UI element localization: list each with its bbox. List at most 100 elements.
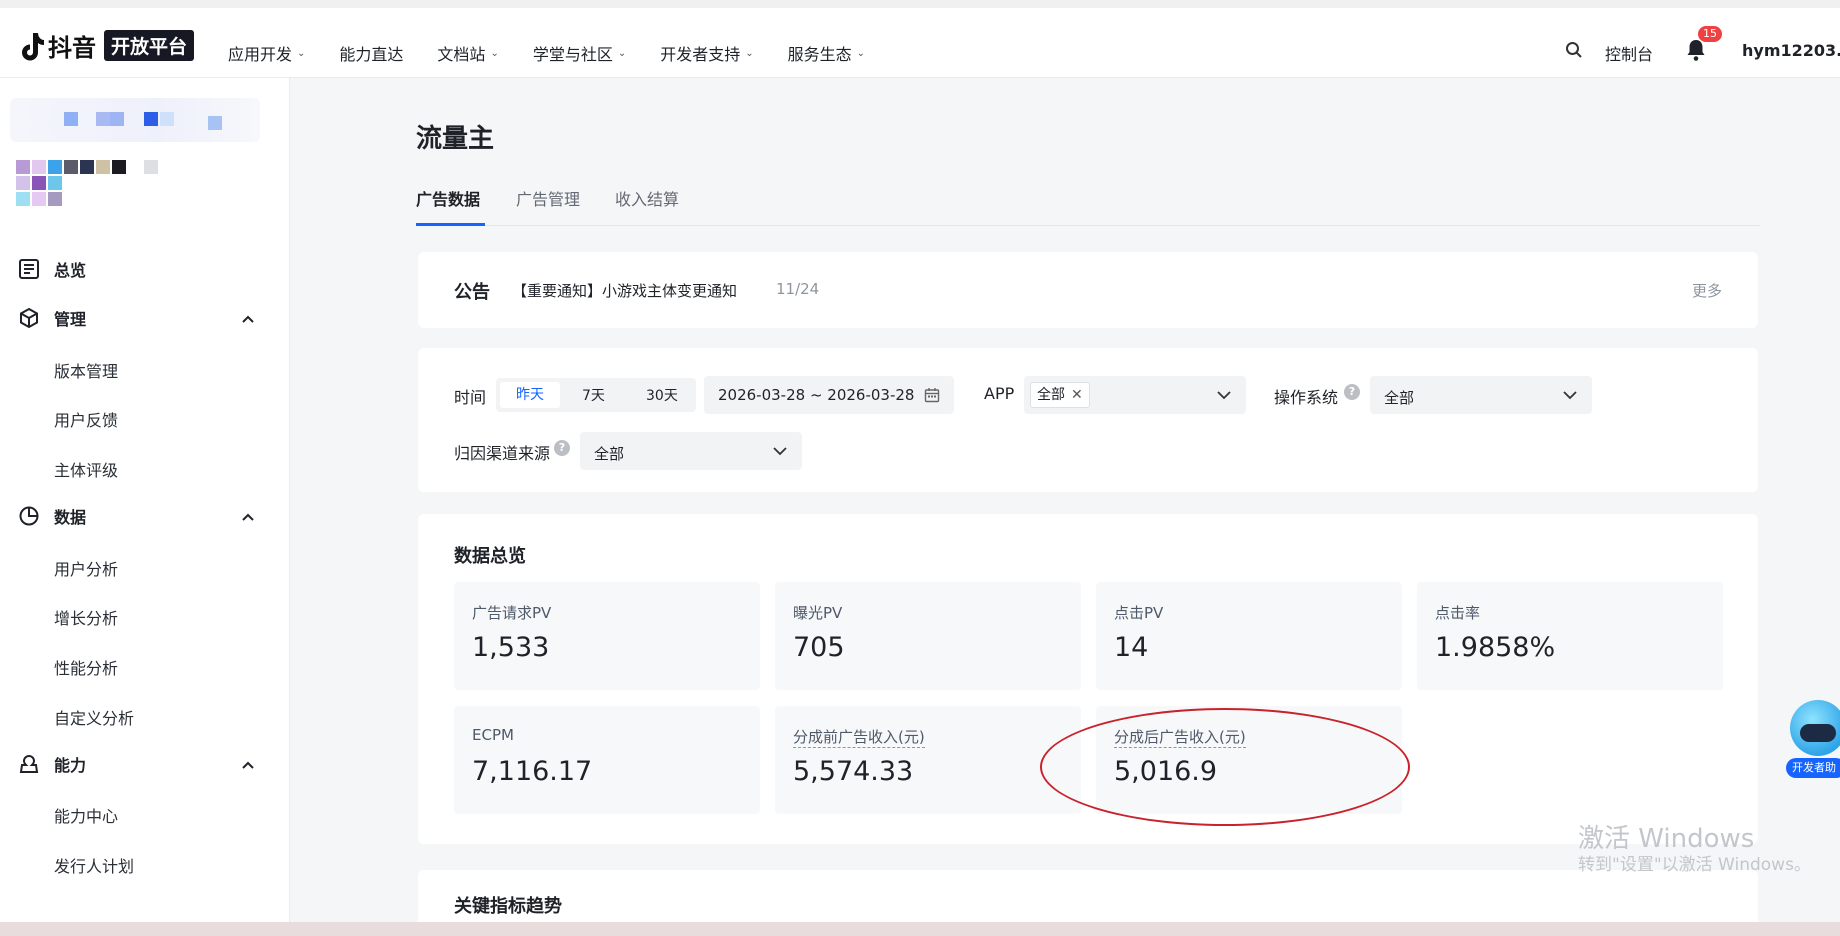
time-option-yesterday[interactable]: 昨天 xyxy=(500,382,560,408)
tiktok-note-icon xyxy=(18,31,44,61)
notice-date: 11/24 xyxy=(776,280,820,298)
sidebar-item-overview[interactable]: 总览 xyxy=(18,257,86,281)
sidebar-item-ability-center[interactable]: 能力中心 xyxy=(54,803,118,827)
help-icon[interactable]: ? xyxy=(1344,384,1360,400)
assistant-label: 开发者助 xyxy=(1786,758,1840,778)
nav-academy[interactable]: 学堂与社区 ⌄ xyxy=(533,41,626,65)
channel-select[interactable]: 全部 xyxy=(580,432,802,470)
date-range-picker[interactable]: 2026-03-28 ~ 2026-03-28 xyxy=(704,376,954,414)
time-label: 时间 xyxy=(454,388,487,407)
sidebar-group-manage[interactable]: 管理 xyxy=(18,306,86,330)
metric-label[interactable]: 分成前广告收入(元) xyxy=(793,726,925,748)
developer-assistant-button[interactable]: 开发者助 xyxy=(1786,700,1840,780)
sidebar-item-rating[interactable]: 主体评级 xyxy=(54,457,118,481)
bottom-strip xyxy=(0,922,1840,936)
blurred-pixel xyxy=(144,112,158,126)
nav-app-dev[interactable]: 应用开发 ⌄ xyxy=(228,41,305,65)
robot-face xyxy=(1800,724,1836,742)
app-tag-all: 全部 ✕ xyxy=(1030,382,1090,408)
sidebar-item-growth-analysis[interactable]: 增长分析 xyxy=(54,605,118,629)
metric-card: 曝光PV 705 xyxy=(775,582,1081,690)
metric-label: 点击PV xyxy=(1114,604,1164,622)
blurred-pixel xyxy=(16,176,30,190)
chevron-up-icon[interactable] xyxy=(240,757,256,773)
search-icon[interactable] xyxy=(1564,40,1584,60)
time-range-segmented: 昨天 7天 30天 xyxy=(496,378,696,412)
brand-name: 抖音 xyxy=(48,34,96,62)
blurred-pixel xyxy=(96,160,110,174)
sidebar-group-data[interactable]: 数据 xyxy=(18,504,86,528)
chevron-up-icon[interactable] xyxy=(240,311,256,327)
blurred-pixel xyxy=(48,160,62,174)
blurred-pixel xyxy=(110,112,124,126)
metric-card: ECPM 7,116.17 xyxy=(454,706,760,814)
nav-label: 能力直达 xyxy=(339,45,404,64)
username[interactable]: hym12203... xyxy=(1742,41,1840,60)
chevron-down-icon: ⌄ xyxy=(490,47,499,59)
nav-docs[interactable]: 文档站 ⌄ xyxy=(437,41,498,65)
chevron-down-icon: ⌄ xyxy=(745,47,754,59)
tab-ad-manage[interactable]: 广告管理 xyxy=(516,186,580,210)
main-nav: 应用开发 ⌄ 能力直达 文档站 ⌄ 学堂与社区 ⌄ 开发者支持 ⌄ 服务生态 ⌄ xyxy=(228,41,899,65)
chevron-down-icon: ⌄ xyxy=(856,47,866,59)
sidebar-item-custom-analysis[interactable]: 自定义分析 xyxy=(54,705,134,729)
blurred-pixel xyxy=(32,160,46,174)
douyin-logo[interactable]: 抖音 开放平台 xyxy=(18,28,195,63)
sidebar-item-user-analysis[interactable]: 用户分析 xyxy=(54,556,118,580)
blurred-app-info xyxy=(10,98,260,142)
notice-more-link[interactable]: 更多 xyxy=(1692,280,1722,301)
nav-dev-support[interactable]: 开发者支持 ⌄ xyxy=(660,41,753,65)
filter-card: 时间 昨天 7天 30天 2026-03-28 ~ 2026-03-28 APP… xyxy=(418,348,1758,492)
platform-name: 开放平台 xyxy=(104,30,195,61)
close-icon[interactable]: ✕ xyxy=(1071,383,1083,407)
tab-income-settlement[interactable]: 收入结算 xyxy=(615,186,679,210)
sidebar-item-version[interactable]: 版本管理 xyxy=(54,358,118,382)
metric-value: 705 xyxy=(793,632,845,663)
time-option-7d[interactable]: 7天 xyxy=(582,385,605,405)
chevron-down-icon xyxy=(1217,391,1231,400)
sidebar-group-label: 管理 xyxy=(54,310,87,329)
channel-label: 归因渠道来源 xyxy=(454,444,551,463)
chevron-down-icon: ⌄ xyxy=(297,47,306,59)
app-tag-label: 全部 xyxy=(1037,387,1065,403)
channel-select-value: 全部 xyxy=(594,445,625,463)
windows-activation-hint: 转到"设置"以激活 Windows。 xyxy=(1578,855,1811,875)
notice-link[interactable]: 【重要通知】小游戏主体变更通知 xyxy=(512,280,737,301)
blurred-pixel xyxy=(48,192,62,206)
metric-label: 曝光PV xyxy=(793,604,843,622)
metric-label: 广告请求PV xyxy=(472,604,552,622)
app-select[interactable]: 全部 ✕ xyxy=(1024,376,1246,414)
metric-card: 广告请求PV 1,533 xyxy=(454,582,760,690)
nav-ecosystem[interactable]: 服务生态 ⌄ xyxy=(788,41,865,65)
blurred-pixel xyxy=(96,112,110,126)
nav-label: 文档站 xyxy=(437,45,486,64)
top-navigation-bar: 抖音 开放平台 应用开发 ⌄ 能力直达 文档站 ⌄ 学堂与社区 ⌄ 开发者支持 ⌄ 服务… xyxy=(0,0,1840,78)
nav-ability[interactable]: 能力直达 xyxy=(339,41,403,65)
sidebar-item-performance-analysis[interactable]: 性能分析 xyxy=(54,655,118,679)
sidebar-item-publisher-plan[interactable]: 发行人计划 xyxy=(54,853,134,877)
help-icon[interactable]: ? xyxy=(554,440,570,456)
blurred-pixel xyxy=(208,116,222,130)
chevron-down-icon xyxy=(773,447,787,456)
sidebar-group-label: 总览 xyxy=(54,261,87,280)
sidebar-group-ability[interactable]: 能力 xyxy=(18,752,86,776)
chevron-up-icon[interactable] xyxy=(240,509,256,525)
sidebar-item-feedback[interactable]: 用户反馈 xyxy=(54,407,118,431)
time-option-30d[interactable]: 30天 xyxy=(646,385,678,405)
os-select[interactable]: 全部 xyxy=(1370,376,1592,414)
trend-title: 关键指标趋势 xyxy=(454,896,562,917)
chevron-down-icon xyxy=(1563,391,1577,400)
console-link[interactable]: 控制台 xyxy=(1605,41,1653,65)
calendar-icon xyxy=(924,388,940,403)
tab-bar: 广告数据 广告管理 收入结算 xyxy=(416,186,1760,226)
blurred-pixel xyxy=(112,160,126,174)
tab-ad-data[interactable]: 广告数据 xyxy=(416,186,480,210)
blurred-pixel xyxy=(160,112,174,126)
blurred-pixel xyxy=(32,192,46,206)
metric-value: 5,574.33 xyxy=(793,756,914,787)
metric-card: 点击率 1.9858% xyxy=(1417,582,1723,690)
nav-label: 应用开发 xyxy=(228,45,293,64)
os-select-value: 全部 xyxy=(1384,389,1415,407)
box-icon xyxy=(20,307,38,329)
date-range-value: 2026-03-28 ~ 2026-03-28 xyxy=(718,386,915,404)
